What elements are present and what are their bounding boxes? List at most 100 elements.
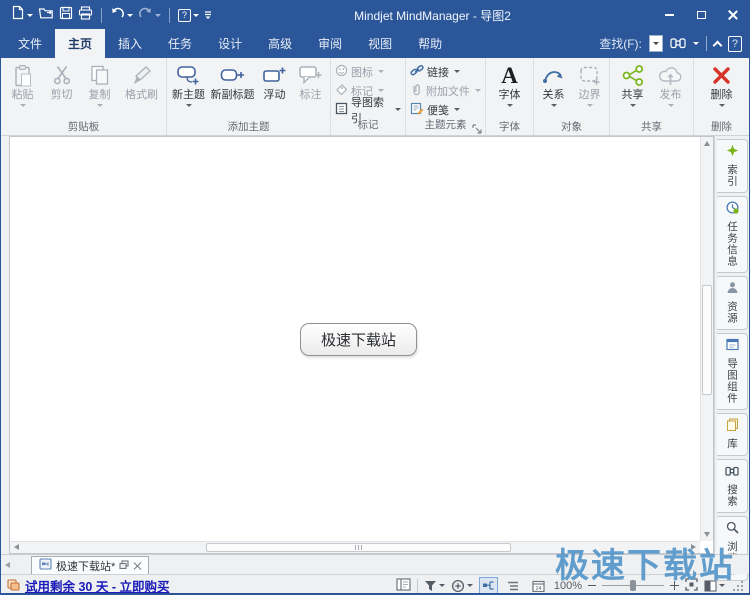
sidebar-tab-map-parts[interactable]: 导图组件 [717, 333, 748, 410]
help-caret[interactable] [193, 14, 199, 17]
tab-close-icon[interactable] [133, 562, 141, 570]
font-button[interactable]: A 字体 [490, 61, 530, 107]
zoom-slider[interactable] [602, 585, 664, 586]
collapse-ribbon-icon[interactable] [712, 40, 722, 50]
tab-insert[interactable]: 插入 [105, 29, 155, 58]
schedule-view-button[interactable]: 24 [529, 577, 548, 594]
redo-button[interactable] [138, 6, 161, 24]
tab-design[interactable]: 设计 [205, 29, 255, 58]
tab-task[interactable]: 任务 [155, 29, 205, 58]
minimize-button[interactable] [653, 1, 685, 29]
filter-button[interactable] [424, 580, 445, 592]
zoom-out-button[interactable] [588, 585, 596, 587]
find-combo-caret[interactable] [653, 42, 659, 45]
delete-caret[interactable] [719, 104, 725, 107]
format-painter-button[interactable]: 格式刷 [119, 61, 165, 102]
tab-view[interactable]: 视图 [355, 29, 405, 58]
vertical-scrollbar[interactable] [700, 137, 713, 541]
properties-panel-icon[interactable] [396, 578, 411, 594]
map-canvas[interactable]: 极速下载站 [9, 136, 714, 554]
tab-help[interactable]: 帮助 [405, 29, 455, 58]
tab-file[interactable]: 文件 [5, 29, 55, 58]
sidebar-tab-resources[interactable]: 资源 [717, 276, 748, 330]
print-button[interactable] [78, 6, 93, 25]
icons-button[interactable]: 图标 [335, 63, 401, 80]
delete-button[interactable]: 删除 [702, 61, 742, 107]
new-topic-caret[interactable] [186, 104, 192, 107]
vertical-scroll-thumb[interactable] [702, 285, 712, 395]
undo-button[interactable] [110, 6, 133, 24]
relationship-button[interactable]: 关系 [536, 61, 572, 107]
fit-map-button[interactable] [685, 578, 698, 594]
quick-zoom-caret[interactable] [467, 584, 473, 587]
paste-button[interactable]: 粘贴 [3, 61, 43, 107]
filter-caret[interactable] [439, 584, 445, 587]
new-subtopic-button[interactable]: 新副标题 [209, 61, 257, 102]
scroll-down-arrow[interactable] [704, 532, 710, 537]
zoom-in-button[interactable] [670, 581, 679, 590]
map-view-button[interactable] [479, 577, 498, 594]
zoom-slider-thumb[interactable] [630, 580, 636, 591]
copy-button[interactable]: 复制 [81, 61, 119, 107]
sidebar-tab-search[interactable]: 搜索 [717, 459, 748, 513]
trial-purchase-link[interactable]: 试用剩余 30 天 - 立即购买 [7, 576, 169, 595]
share-button[interactable]: 共享 [614, 61, 652, 107]
help-button[interactable]: ? [178, 9, 199, 22]
icons-caret[interactable] [378, 70, 384, 73]
font-caret[interactable] [507, 104, 513, 107]
redo-caret[interactable] [155, 14, 161, 17]
map-index-caret[interactable] [395, 108, 401, 111]
horizontal-scroll-thumb[interactable] [206, 543, 511, 552]
new-topic-button[interactable]: 新主题 [169, 61, 209, 107]
sidebar-tab-library[interactable]: 库 [717, 413, 748, 456]
scroll-left-arrow[interactable] [14, 544, 19, 550]
publish-button[interactable]: 发布 [652, 61, 690, 107]
new-document-caret[interactable] [27, 14, 33, 17]
find-options-caret[interactable] [693, 42, 699, 45]
tab-home[interactable]: 主页 [55, 29, 105, 58]
open-button[interactable] [38, 6, 54, 25]
sidebar-tab-task-info[interactable]: 任务信息 [717, 196, 748, 273]
paste-caret[interactable] [20, 104, 26, 107]
boundary-button[interactable]: 边界 [572, 61, 608, 107]
map-index-button[interactable]: 导图索引 [335, 101, 401, 118]
boundary-caret[interactable] [587, 104, 593, 107]
relationship-caret[interactable] [551, 104, 557, 107]
document-tab[interactable]: 极速下载站* [31, 556, 149, 574]
copy-caret[interactable] [97, 104, 103, 107]
binoculars-icon[interactable] [670, 35, 686, 53]
notes-caret[interactable] [454, 108, 460, 111]
topic-elements-dialog-launcher[interactable] [472, 122, 483, 133]
tab-scroll-left-button[interactable] [1, 556, 21, 574]
maximize-button[interactable] [685, 1, 717, 29]
attach-file-caret[interactable] [475, 89, 481, 92]
tab-properties-icon[interactable] [119, 560, 129, 572]
cut-button[interactable]: 剪切 [43, 61, 81, 102]
publish-caret[interactable] [668, 104, 674, 107]
link-button[interactable]: 链接 [410, 63, 481, 80]
share-caret[interactable] [630, 104, 636, 107]
undo-caret[interactable] [127, 14, 133, 17]
scroll-right-arrow[interactable] [691, 544, 696, 550]
close-button[interactable] [717, 1, 749, 29]
attach-file-button[interactable]: 附加文件 [410, 82, 481, 99]
scroll-up-arrow[interactable] [704, 141, 710, 146]
customize-toolbar-button[interactable] [204, 6, 212, 24]
fill-color-caret[interactable] [719, 584, 725, 587]
quick-zoom-button[interactable] [451, 579, 473, 593]
find-input[interactable] [649, 35, 663, 52]
tags-caret[interactable] [378, 89, 384, 92]
tab-review[interactable]: 审阅 [305, 29, 355, 58]
link-caret[interactable] [454, 70, 460, 73]
callout-button[interactable]: 标注 [293, 61, 329, 102]
zoom-level-text[interactable]: 100% [554, 580, 582, 592]
horizontal-scrollbar[interactable] [10, 541, 700, 553]
floating-topic-button[interactable]: 浮动 [257, 61, 293, 102]
fill-color-button[interactable] [704, 580, 725, 592]
sidebar-tab-index[interactable]: 索引 [717, 139, 748, 193]
notes-button[interactable]: 便笺 [410, 101, 481, 118]
new-document-button[interactable] [11, 5, 33, 25]
outline-view-button[interactable] [504, 577, 523, 594]
resize-grip[interactable] [733, 581, 743, 591]
central-topic[interactable]: 极速下载站 [300, 323, 417, 356]
